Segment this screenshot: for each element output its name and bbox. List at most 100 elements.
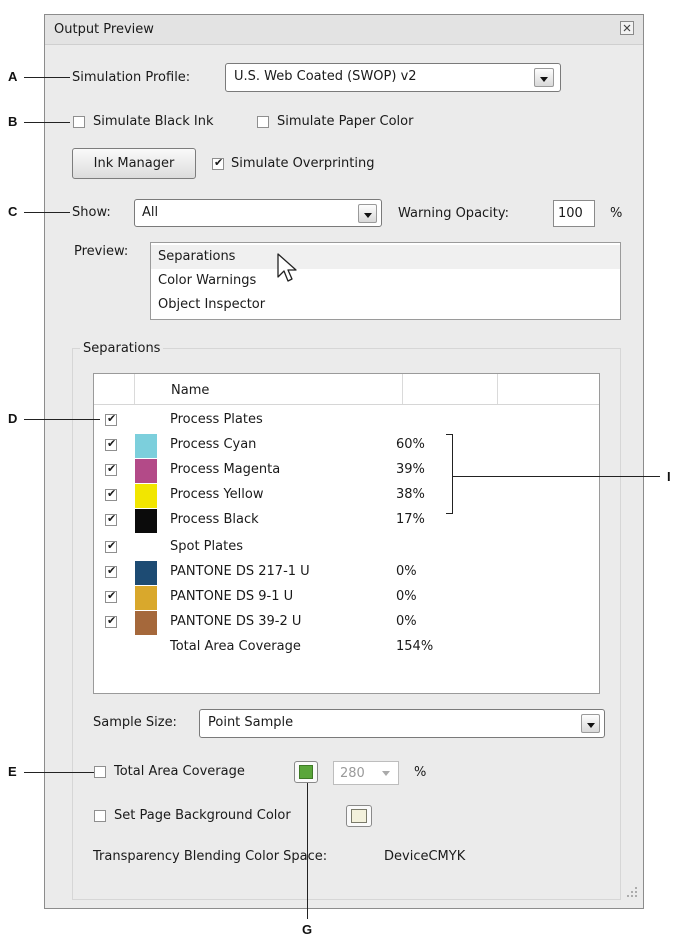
preview-label: Preview:	[74, 244, 129, 259]
swatch-process-yellow	[135, 484, 157, 508]
show-value: All	[142, 205, 159, 220]
row-value-process-black: 17%	[396, 512, 425, 527]
tac-percent: %	[414, 765, 427, 780]
callout-c: C	[8, 204, 18, 219]
preview-listbox[interactable]: Separations Color Warnings Object Inspec…	[150, 242, 621, 320]
swatch-process-black	[135, 509, 157, 533]
simulate-overprinting-label: Simulate Overprinting	[231, 156, 375, 171]
total-area-coverage-checkbox[interactable]	[94, 766, 106, 778]
simulation-profile-value: U.S. Web Coated (SWOP) v2	[234, 69, 417, 84]
swatch-process-cyan	[135, 434, 157, 458]
simulate-overprinting-checkbox[interactable]	[212, 156, 224, 170]
transparency-blending-value: DeviceCMYK	[384, 849, 466, 864]
separations-group-label: Separations	[80, 341, 164, 357]
page-bg-color-button[interactable]	[346, 805, 372, 827]
warning-opacity-label: Warning Opacity:	[398, 206, 510, 221]
preview-item-separations[interactable]: Separations	[158, 249, 235, 265]
swatch-pantone-217	[135, 561, 157, 585]
row-checkbox-process-plates[interactable]	[105, 412, 117, 426]
row-checkbox-process-cyan[interactable]	[105, 437, 117, 451]
callout-a-line	[24, 77, 70, 78]
chevron-down-icon[interactable]	[534, 68, 554, 87]
callout-i: I	[667, 469, 671, 484]
row-name-pantone-9: PANTONE DS 9-1 U	[170, 589, 294, 604]
warning-opacity-percent: %	[610, 206, 623, 221]
swatch-process-magenta	[135, 459, 157, 483]
page-bg-color-swatch	[351, 809, 367, 823]
row-checkbox-spot-plates[interactable]	[105, 539, 117, 553]
callout-a: A	[8, 69, 18, 84]
callout-g: G	[302, 922, 313, 937]
callout-i-line	[453, 476, 660, 477]
close-icon[interactable]	[620, 21, 634, 35]
simulation-profile-dropdown[interactable]: U.S. Web Coated (SWOP) v2	[225, 63, 561, 92]
mouse-pointer-icon	[277, 253, 297, 282]
preview-item-color-warnings[interactable]: Color Warnings	[158, 273, 256, 289]
set-page-background-checkbox[interactable]	[94, 810, 106, 822]
name-column-header[interactable]: Name	[171, 383, 209, 399]
callout-g-line	[307, 783, 308, 919]
callout-b: B	[8, 114, 18, 129]
row-value-pantone-217: 0%	[396, 564, 417, 579]
sample-size-label: Sample Size:	[93, 715, 177, 730]
simulate-black-ink-checkbox[interactable]	[73, 116, 85, 128]
row-value-process-cyan: 60%	[396, 437, 425, 452]
row-checkbox-process-black[interactable]	[105, 512, 117, 526]
row-value-process-yellow: 38%	[396, 487, 425, 502]
chevron-down-icon[interactable]	[581, 714, 600, 733]
row-name-process-cyan: Process Cyan	[170, 437, 257, 452]
table-header: Name	[94, 374, 599, 405]
transparency-blending-label: Transparency Blending Color Space:	[93, 849, 328, 864]
warning-opacity-value: 100	[558, 206, 583, 221]
callout-e: E	[8, 764, 17, 779]
set-page-background-label: Set Page Background Color	[114, 808, 291, 823]
tac-value-combo[interactable]: 280	[333, 761, 399, 785]
simulate-black-ink-label: Simulate Black Ink	[93, 114, 214, 129]
sample-size-dropdown[interactable]: Point Sample	[199, 709, 605, 738]
row-checkbox-pantone-217[interactable]	[105, 564, 117, 578]
callout-c-line	[24, 212, 70, 213]
callout-d-line	[24, 419, 100, 420]
callout-d: D	[8, 411, 18, 426]
panel-title: Output Preview	[54, 22, 154, 37]
chevron-down-icon[interactable]	[358, 204, 377, 223]
row-name-total-area-coverage: Total Area Coverage	[170, 639, 301, 654]
row-name-pantone-39: PANTONE DS 39-2 U	[170, 614, 302, 629]
swatch-pantone-39	[135, 611, 157, 635]
ink-manager-button-label: Ink Manager	[93, 156, 175, 171]
row-name-spot-plates: Spot Plates	[170, 539, 243, 554]
warning-opacity-input[interactable]: 100	[553, 200, 595, 227]
swatch-pantone-9	[135, 586, 157, 610]
row-checkbox-process-yellow[interactable]	[105, 487, 117, 501]
row-checkbox-process-magenta[interactable]	[105, 462, 117, 476]
row-value-total-area-coverage: 154%	[396, 639, 434, 654]
row-value-pantone-9: 0%	[396, 589, 417, 604]
tac-color-swatch	[299, 765, 313, 779]
ink-manager-button[interactable]: Ink Manager	[72, 148, 196, 179]
preview-item-object-inspector[interactable]: Object Inspector	[158, 297, 265, 313]
row-checkbox-pantone-9[interactable]	[105, 589, 117, 603]
callout-e-line	[24, 772, 94, 773]
row-name-process-magenta: Process Magenta	[170, 462, 281, 477]
close-x-glyph	[623, 24, 631, 32]
sample-size-value: Point Sample	[208, 715, 294, 730]
resize-grip-icon[interactable]	[626, 886, 638, 898]
callout-b-line	[24, 122, 70, 123]
row-name-process-yellow: Process Yellow	[170, 487, 264, 502]
row-name-process-black: Process Black	[170, 512, 259, 527]
tac-color-button[interactable]	[294, 761, 318, 783]
total-area-coverage-label: Total Area Coverage	[114, 764, 245, 779]
simulate-paper-color-checkbox[interactable]	[257, 116, 269, 128]
callout-i-bracket	[452, 434, 453, 514]
row-name-process-plates: Process Plates	[170, 412, 263, 427]
chevron-down-icon[interactable]	[382, 771, 390, 776]
row-checkbox-pantone-39[interactable]	[105, 614, 117, 628]
row-value-pantone-39: 0%	[396, 614, 417, 629]
show-label: Show:	[72, 205, 111, 220]
show-dropdown[interactable]: All	[134, 199, 382, 227]
row-name-pantone-217: PANTONE DS 217-1 U	[170, 564, 310, 579]
row-value-process-magenta: 39%	[396, 462, 425, 477]
simulation-profile-label: Simulation Profile:	[72, 70, 191, 85]
simulate-paper-color-label: Simulate Paper Color	[277, 114, 414, 129]
tac-value: 280	[340, 766, 365, 781]
